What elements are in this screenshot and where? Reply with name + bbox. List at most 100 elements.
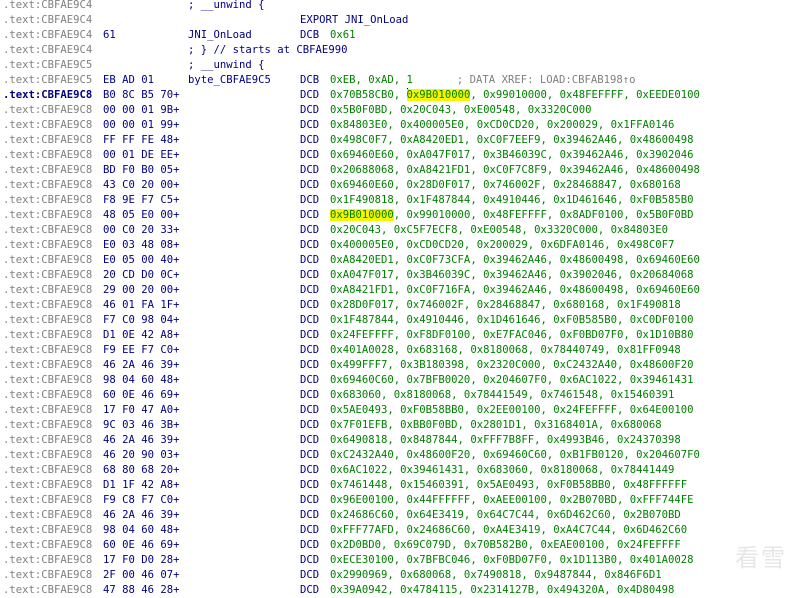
symbol-label[interactable]: byte_CBFAE9C5 — [188, 73, 271, 88]
opcode-bytes: 98 04 60 48+ — [103, 374, 180, 386]
listing-line[interactable]: .text:CBFAE9C8 F9 C8 F7 C0+ DCD 0x96E00100,… — [0, 493, 797, 508]
operands: 0x401A0028, 0x683168, 0x8180068, 0x78440… — [330, 344, 681, 356]
address: .text:CBFAE9C8 — [3, 479, 93, 491]
opcode-bytes: 46 01 FA 1F+ — [103, 299, 180, 311]
listing-line[interactable]: .text:CBFAE9C5 ; __unwind { — [0, 58, 797, 73]
operand-values: 0x70B58CB0, — [330, 89, 407, 101]
address: .text:CBFAE9C4 — [3, 29, 93, 41]
listing-line[interactable]: .text:CBFAE9C5 EB AD 01 byte_CBFAE9C5 DC… — [0, 73, 797, 88]
opcode-bytes: F9 EE F7 C0+ — [103, 344, 180, 356]
operands: 0x683060, 0x8180068, 0x78441549, 0x74615… — [330, 389, 675, 401]
operands: 0x69460C60, 0x7BFB0020, 0x204607F0, 0x6A… — [330, 374, 694, 386]
symbol-label[interactable]: JNI_OnLoad — [188, 28, 252, 43]
watermark-logo: 看雪 — [735, 544, 787, 572]
listing-line[interactable]: .text:CBFAE9C8 9C 03 46 3B+ DCD 0x7F01EFB, … — [0, 418, 797, 433]
mnemonic: DCD — [300, 224, 320, 236]
mnemonic: DCD — [300, 104, 320, 116]
listing-line[interactable]: .text:CBFAE9C8 17 F0 D0 28+ DCD 0xECE30100,… — [0, 553, 797, 568]
operands: 0x6490818, 0x8487844, 0xFFF7B8FF, 0x4993… — [330, 434, 681, 446]
listing-line[interactable]: .text:CBFAE9C8 46 2A 46 39+ DCD 0x499FFF7, … — [0, 358, 797, 373]
listing-line[interactable]: .text:CBFAE9C8 F8 9E F7 C5+ DCD 0x1F490818,… — [0, 193, 797, 208]
listing-line[interactable]: .text:CBFAE9C8 60 0E 46 69+ DCD 0x683060, 0… — [0, 388, 797, 403]
xref-arrow-icon[interactable]: ↑o — [623, 74, 636, 86]
listing-line[interactable]: .text:CBFAE9C8 E0 03 48 08+ DCD 0x400005E0,… — [0, 238, 797, 253]
operands: 0x498C0F7, 0xA8420ED1, 0xC0F7EEF9, 0x394… — [330, 134, 694, 146]
listing-line[interactable]: .text:CBFAE9C4 ; } // starts at CBFAE990 — [0, 43, 797, 58]
operands: 0x61 — [330, 29, 356, 41]
listing-line[interactable]: .text:CBFAE9C8 00 C0 20 33+ DCD 0x20C043, 0… — [0, 223, 797, 238]
address: .text:CBFAE9C8 — [3, 464, 93, 476]
listing-line[interactable]: .text:CBFAE9C8 46 2A 46 39+ DCD 0x24686C60,… — [0, 508, 797, 523]
address: .text:CBFAE9C8 — [3, 554, 93, 566]
mnemonic: DCD — [300, 434, 320, 446]
listing-line[interactable]: .text:CBFAE9C4 61 JNI_OnLoad DCB 0x61 — [0, 28, 797, 43]
operands: 0x5AE0493, 0xF0B58BB0, 0x2EE00100, 0x24F… — [330, 404, 694, 416]
listing-line[interactable]: .text:CBFAE9C8 E0 05 00 40+ DCD 0xA8420ED1,… — [0, 253, 797, 268]
address: .text:CBFAE9C8 — [3, 134, 93, 146]
listing-line[interactable]: .text:CBFAE9C8 F9 EE F7 C0+ DCD 0x401A0028,… — [0, 343, 797, 358]
listing-line[interactable]: .text:CBFAE9C4 EXPORT JNI_OnLoad — [0, 13, 797, 28]
mnemonic: DCD — [300, 389, 320, 401]
operands: 0x7461448, 0x15460391, 0x5AE0493, 0xF0B5… — [330, 479, 688, 491]
listing-line[interactable]: .text:CBFAE9C8 D1 1F 42 A8+ DCD 0x7461448, … — [0, 478, 797, 493]
data-xref[interactable]: ; DATA XREF: LOAD:CBFAB198 — [457, 74, 623, 86]
address: .text:CBFAE9C8 — [3, 209, 93, 221]
listing-line[interactable]: .text:CBFAE9C8 17 F0 47 A0+ DCD 0x5AE0493, … — [0, 403, 797, 418]
mnemonic: DCD — [300, 359, 320, 371]
opcode-bytes: 43 C0 20 00+ — [103, 179, 180, 191]
mnemonic: DCD — [300, 179, 320, 191]
listing-line[interactable]: .text:CBFAE9C8 2F 00 46 07+ DCD 0x2990969, … — [0, 568, 797, 583]
disassembly-view[interactable]: .text:CBFAE9C4 ; __unwind { .text:CBFAE9… — [0, 0, 797, 596]
listing-line[interactable]: .text:CBFAE9C8 00 00 01 9B+ DCD 0x5B0F0BD, … — [0, 103, 797, 118]
listing-line[interactable]: .text:CBFAE9C8 FF FF FE 48+ DCD 0x498C0F7, … — [0, 133, 797, 148]
opcode-bytes: 46 2A 46 39+ — [103, 509, 180, 521]
mnemonic: DCD — [300, 509, 320, 521]
address: .text:CBFAE9C5 — [3, 74, 93, 86]
comment: ; } // starts at CBFAE990 — [188, 44, 348, 56]
listing-line-current[interactable]: .text:CBFAE9C8 B0 8C B5 70+ DCD 0x70B58C… — [0, 88, 797, 103]
opcode-bytes: 20 CD D0 0C+ — [103, 269, 180, 281]
mnemonic: DCD — [300, 494, 320, 506]
opcode-bytes: 46 2A 46 39+ — [103, 359, 180, 371]
listing-line[interactable]: .text:CBFAE9C8 46 01 FA 1F+ DCD 0x28D0F017,… — [0, 298, 797, 313]
highlighted-operand[interactable]: 0x9B010000 — [330, 209, 394, 221]
export-directive: EXPORT JNI_OnLoad — [300, 14, 409, 26]
address: .text:CBFAE9C8 — [3, 269, 93, 281]
mnemonic: DCD — [300, 194, 320, 206]
listing-line[interactable]: .text:CBFAE9C8 20 CD D0 0C+ DCD 0xA047F017,… — [0, 268, 797, 283]
listing-line[interactable]: .text:CBFAE9C8 29 00 20 00+ DCD 0xA8421FD1,… — [0, 283, 797, 298]
mnemonic: DCD — [300, 269, 320, 281]
address: .text:CBFAE9C4 — [3, 44, 93, 56]
mnemonic: DCD — [300, 209, 320, 221]
operands: 0xEB, 0xAD, 1 ; DATA XREF: LOAD:CBFAB198↑… — [330, 73, 636, 88]
listing-line[interactable]: .text:CBFAE9C8 46 2A 46 39+ DCD 0x6490818, … — [0, 433, 797, 448]
opcode-bytes: E0 05 00 40+ — [103, 254, 180, 266]
listing-line[interactable]: .text:CBFAE9C8 60 0E 46 69+ DCD 0x2D0BD0, 0… — [0, 538, 797, 553]
opcode-bytes: 2F 00 46 07+ — [103, 569, 180, 581]
listing-line[interactable]: .text:CBFAE9C8 98 04 60 48+ DCD 0xFFF77AFD,… — [0, 523, 797, 538]
mnemonic: DCD — [300, 404, 320, 416]
listing-line[interactable]: .text:CBFAE9C8 98 04 60 48+ DCD 0x69460C60,… — [0, 373, 797, 388]
listing-line[interactable]: .text:CBFAE9C4 ; __unwind { — [0, 0, 797, 13]
mnemonic: DCD — [300, 554, 320, 566]
listing-line[interactable]: .text:CBFAE9C8 68 80 68 20+ DCD 0x6AC1022, … — [0, 463, 797, 478]
mnemonic: DCD — [300, 464, 320, 476]
address: .text:CBFAE9C8 — [3, 509, 93, 521]
address: .text:CBFAE9C8 — [3, 344, 93, 356]
listing-line[interactable]: .text:CBFAE9C8 D1 0E 42 A8+ DCD 0x24FEFFFF,… — [0, 328, 797, 343]
listing-line[interactable]: .text:CBFAE9C8 46 20 90 03+ DCD 0xC2432A40,… — [0, 448, 797, 463]
listing-line[interactable]: .text:CBFAE9C8 00 00 01 99+ DCD 0x84803E0, … — [0, 118, 797, 133]
listing-line[interactable]: .text:CBFAE9C8 48 05 E0 00+ DCD 0x9B0100… — [0, 208, 797, 223]
listing-line[interactable]: .text:CBFAE9C8 00 01 DE EE+ DCD 0x69460E60,… — [0, 148, 797, 163]
operands: 0x7F01EFB, 0xBB0F0BD, 0x2801D1, 0x316840… — [330, 419, 662, 431]
listing-line[interactable]: .text:CBFAE9C8 43 C0 20 00+ DCD 0x69460E60,… — [0, 178, 797, 193]
address: .text:CBFAE9C4 — [3, 14, 93, 26]
address: .text:CBFAE9C8 — [3, 539, 93, 551]
highlighted-operand[interactable]: 0x9B010000 — [406, 89, 471, 101]
listing-line[interactable]: .text:CBFAE9C8 F7 C0 98 04+ DCD 0x1F487844,… — [0, 313, 797, 328]
address: .text:CBFAE9C4 — [3, 0, 93, 11]
listing-line[interactable]: .text:CBFAE9C8 BD F0 B0 05+ DCD 0x20688068,… — [0, 163, 797, 178]
opcode-bytes: 17 F0 47 A0+ — [103, 404, 180, 416]
opcode-bytes: 29 00 20 00+ — [103, 284, 180, 296]
opcode-bytes: 60 0E 46 69+ — [103, 389, 180, 401]
